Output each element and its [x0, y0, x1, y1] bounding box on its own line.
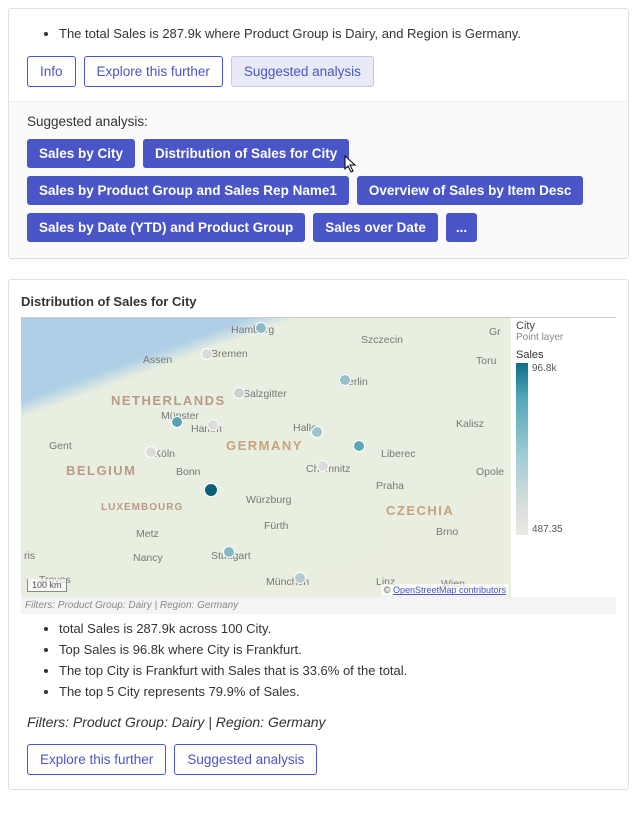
map-title: Distribution of Sales for City [9, 290, 628, 317]
chip-label: Distribution of Sales for City [155, 146, 337, 161]
insight-bullet: total Sales is 287.9k across 100 City. [59, 620, 610, 639]
map-point[interactable] [201, 348, 213, 360]
city-label: Bremen [211, 348, 248, 360]
city-label: Nancy [133, 552, 163, 564]
city-label: Gr [489, 326, 501, 338]
insight-card-1: The total Sales is 287.9k where Product … [8, 8, 629, 259]
suggested-analysis-title: Suggested analysis: [27, 114, 610, 129]
map-point[interactable] [233, 387, 245, 399]
city-label: Toru [476, 355, 496, 367]
city-label: Brno [436, 526, 458, 538]
map-scale: 100 km [27, 579, 67, 592]
suggested-analysis-button[interactable]: Suggested analysis [231, 56, 374, 88]
city-label: Bonn [176, 466, 201, 478]
insight-bullets-map: total Sales is 287.9k across 100 City. T… [27, 620, 610, 701]
city-label: Würzburg [246, 494, 292, 506]
city-label: ris [24, 550, 35, 562]
legend-max: 96.8k [532, 363, 563, 374]
suggestion-chip-sales-by-pg-rep[interactable]: Sales by Product Group and Sales Rep Nam… [27, 176, 349, 205]
legend-subtitle: Point layer [516, 332, 616, 343]
city-label: Köln [154, 448, 175, 460]
insight-bullet: The top 5 City represents 79.9% of Sales… [59, 683, 610, 702]
suggested-analysis-panel: Suggested analysis: Sales by City Distri… [9, 101, 628, 258]
suggestion-chip-overview-item-desc[interactable]: Overview of Sales by Item Desc [357, 176, 584, 205]
map-point[interactable] [145, 446, 157, 458]
country-label: BELGIUM [66, 463, 136, 478]
insight-bullet: Top Sales is 96.8k where City is Frankfu… [59, 641, 610, 660]
map-point[interactable] [294, 572, 306, 584]
map-point[interactable] [207, 419, 219, 431]
city-label: Liberec [381, 448, 415, 460]
map-point-frankfurt[interactable] [204, 483, 218, 497]
map-point[interactable] [223, 546, 235, 558]
city-label: Praha [376, 480, 404, 492]
suggestion-chip-more[interactable]: ... [446, 213, 477, 242]
suggestion-chip-distribution-sales-city[interactable]: Distribution of Sales for City [143, 139, 349, 168]
country-label: NETHERLANDS [111, 393, 226, 408]
insight-bullet: The total Sales is 287.9k where Product … [59, 25, 610, 44]
city-label: Metz [136, 528, 159, 540]
map-attribution: © OpenStreetMap contributors [381, 584, 509, 596]
map-point[interactable] [339, 374, 351, 386]
country-label: CZECHIA [386, 503, 454, 518]
suggestion-chip-sales-over-date[interactable]: Sales over Date [313, 213, 438, 242]
map-point[interactable] [353, 440, 365, 452]
filters-caption: Filters: Product Group: Dairy | Region: … [27, 714, 610, 730]
city-label: Fürth [264, 520, 289, 532]
map-point[interactable] [317, 460, 329, 472]
map-viewport[interactable]: NETHERLANDS BELGIUM LUXEMBOURG GERMANY C… [21, 317, 616, 597]
insight-bullets-top: The total Sales is 287.9k where Product … [27, 25, 610, 44]
explore-further-button[interactable]: Explore this further [27, 744, 166, 776]
legend-gradient [516, 363, 528, 535]
city-label: Gent [49, 440, 72, 452]
country-label: LUXEMBOURG [101, 502, 183, 513]
legend-measure: Sales [516, 349, 616, 361]
city-label: Hamburg [231, 324, 274, 336]
city-label: Salzgitter [243, 388, 287, 400]
city-label: Szczecin [361, 334, 403, 346]
country-label: GERMANY [226, 438, 303, 453]
city-label: Opole [476, 466, 504, 478]
map-point[interactable] [311, 426, 323, 438]
legend-title: City [516, 320, 616, 332]
suggestion-chip-sales-date-ytd-pg[interactable]: Sales by Date (YTD) and Product Group [27, 213, 305, 242]
map-point[interactable] [171, 416, 183, 428]
insight-bullet: The top City is Frankfurt with Sales tha… [59, 662, 610, 681]
map-tiles[interactable]: NETHERLANDS BELGIUM LUXEMBOURG GERMANY C… [21, 318, 511, 597]
cursor-icon [343, 155, 359, 178]
explore-further-button[interactable]: Explore this further [84, 56, 223, 88]
map-point[interactable] [255, 322, 267, 334]
city-label: Assen [143, 354, 172, 366]
info-button[interactable]: Info [27, 56, 76, 88]
suggested-analysis-button[interactable]: Suggested analysis [174, 744, 317, 776]
osm-link[interactable]: OpenStreetMap contributors [393, 585, 506, 595]
map-legend: City Point layer Sales 96.8k 487.35 [516, 320, 616, 535]
map-card: Distribution of Sales for City NETHERLAN… [8, 279, 629, 790]
legend-min: 487.35 [532, 524, 563, 535]
map-filters-caption: Filters: Product Group: Dairy | Region: … [21, 597, 616, 614]
city-label: Kalisz [456, 418, 484, 430]
suggestion-chip-sales-by-city[interactable]: Sales by City [27, 139, 135, 168]
